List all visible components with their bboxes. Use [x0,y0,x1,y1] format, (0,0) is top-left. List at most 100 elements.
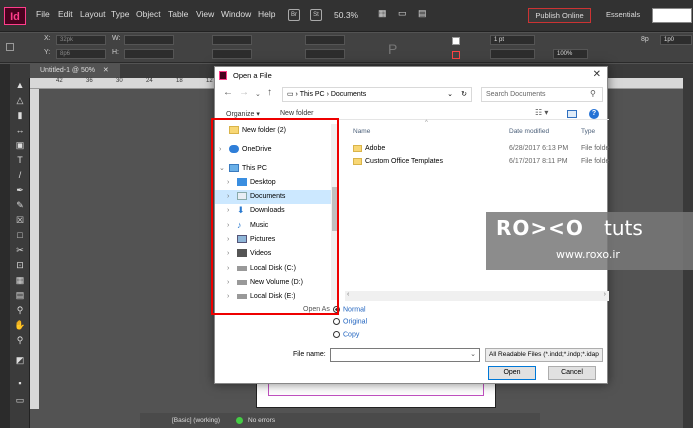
preview-pane-icon[interactable] [567,110,577,118]
open-as-original-radio[interactable]: Original [333,318,367,325]
screen-mode-tool-icon[interactable]: ▭ [14,395,26,405]
page-tool-icon[interactable]: ▮ [14,110,26,120]
file-type-select[interactable]: All Readable Files (*.indd;*.indp;*.idap [485,348,603,362]
new-folder-button[interactable]: New folder [280,110,313,117]
errors-status[interactable]: No errors [248,417,275,424]
menu-bar: Id File Edit Layout Type Object Table Vi… [0,0,693,32]
reference-point-icon[interactable] [6,43,14,51]
arrange-documents-icon[interactable]: ▤ [418,8,427,19]
watermark-logo: RO><O [496,216,584,240]
close-tab-icon[interactable]: ✕ [103,67,109,74]
pen-tool-icon[interactable]: ✒ [14,185,26,195]
h-field[interactable] [124,49,174,59]
zoom-level[interactable]: 50.3% [334,10,358,20]
line-tool-icon[interactable]: / [14,170,26,180]
file-row[interactable]: Adobe 6/28/2017 6:13 PM File folde [353,142,609,155]
screen-mode-icon[interactable]: ▭ [398,8,407,19]
file-row[interactable]: Custom Office Templates 6/17/2017 8:11 P… [353,155,609,168]
radio-icon [333,318,340,325]
folder-icon [353,145,362,152]
help-icon[interactable]: ? [589,109,599,119]
status-style[interactable]: [Basic] (working) [172,417,220,424]
search-input[interactable]: Search Documents [481,87,603,102]
bridge-icon[interactable]: Br [288,9,300,21]
open-button[interactable]: Open [488,366,536,380]
adobe-stock-search[interactable] [652,8,692,23]
watermark-url: www.roxo.ir [556,248,620,261]
content-collector-icon[interactable]: ▣ [14,140,26,150]
menu-table[interactable]: Table [168,9,188,19]
menu-edit[interactable]: Edit [58,9,73,19]
stroke-weight-field[interactable]: 1 pt [490,35,535,45]
open-as-copy-radio[interactable]: Copy [333,331,359,338]
gradient-tool-icon[interactable]: ▦ [14,275,26,285]
view-options-icon[interactable]: ▦ [378,8,387,19]
pencil-tool-icon[interactable]: ✎ [14,200,26,210]
column-name-header[interactable]: Name [353,128,370,135]
workspace-switcher[interactable]: Essentials [606,10,640,19]
opacity-field[interactable]: 100% [553,49,588,59]
ruler-tick: 12 [206,78,213,84]
gap-tool-icon[interactable]: ↔ [14,125,26,135]
eyedropper-tool-icon[interactable]: ⚲ [14,305,26,315]
cancel-button[interactable]: Cancel [548,366,596,380]
recent-locations-icon[interactable]: ⌄ [255,90,261,98]
address-dropdown-icon[interactable]: ⌄ [447,88,453,101]
direct-selection-tool-icon[interactable]: △ [14,95,26,105]
x-field[interactable]: 32pk [56,35,106,45]
stroke-type-field[interactable] [490,49,535,59]
menu-type[interactable]: Type [111,9,129,19]
change-view-icon[interactable]: ☷ ▾ [535,108,555,118]
forward-icon[interactable]: → [239,87,249,98]
note-tool-icon[interactable]: ▤ [14,290,26,300]
close-icon[interactable]: ✕ [593,69,601,80]
menu-layout[interactable]: Layout [80,9,106,19]
file-name-input[interactable]: ⌄ [330,348,480,362]
apply-color-icon[interactable]: ▪ [14,378,26,388]
y-field[interactable]: 8p6 [56,49,106,59]
breadcrumb-documents[interactable]: Documents [331,91,366,98]
rectangle-frame-tool-icon[interactable]: ☒ [14,215,26,225]
rectangle-tool-icon[interactable]: □ [14,230,26,240]
selection-tool-icon[interactable]: ▲ [14,80,26,90]
menu-file[interactable]: File [36,9,50,19]
address-bar[interactable]: ▭ › This PC › Documents ⌄ ↻ [282,87,472,102]
up-icon[interactable]: ↑ [267,87,272,98]
scale-x-field[interactable] [212,35,252,45]
hand-tool-icon[interactable]: ✋ [14,320,26,330]
chevron-down-icon[interactable]: ⌄ [470,350,476,358]
organize-button[interactable]: Organize ▾ [226,110,260,118]
column-date-header[interactable]: Date modified [509,128,549,135]
size-field[interactable]: 1p0 [660,35,692,45]
zoom-tool-icon[interactable]: ⚲ [14,335,26,345]
free-transform-tool-icon[interactable]: ⊡ [14,260,26,270]
scroll-right-icon[interactable]: › [604,291,606,298]
fill-swatch-icon[interactable] [452,37,460,45]
ruler-tick: 24 [146,78,153,84]
back-icon[interactable]: ← [223,87,233,98]
publish-online-button[interactable]: Publish Online [528,8,591,23]
horizontal-scrollbar[interactable]: ‹ › [345,291,609,301]
menu-help[interactable]: Help [258,9,275,19]
document-tab[interactable]: Untitled-1 @ 50% ✕ [30,64,120,78]
shear-field[interactable] [305,49,345,59]
scroll-left-icon[interactable]: ‹ [347,291,349,298]
ruler-tick: 30 [116,78,123,84]
stock-icon[interactable]: St [310,9,322,21]
flip-icon[interactable]: P [388,41,397,57]
stroke-swatch-icon[interactable] [452,51,460,59]
refresh-icon[interactable]: ↻ [461,88,467,101]
w-field[interactable] [124,35,174,45]
breadcrumb-this-pc[interactable]: This PC [300,91,325,98]
misc-value: 8p [641,36,649,43]
rotate-field[interactable] [305,35,345,45]
menu-object[interactable]: Object [136,9,161,19]
type-tool-icon[interactable]: T [14,155,26,165]
fill-stroke-icon[interactable]: ◩ [14,355,26,365]
scissors-tool-icon[interactable]: ✂ [14,245,26,255]
column-type-header[interactable]: Type [581,128,595,135]
menu-view[interactable]: View [196,9,214,19]
menu-window[interactable]: Window [221,9,251,19]
vertical-ruler[interactable] [30,89,39,409]
scale-y-field[interactable] [212,49,252,59]
